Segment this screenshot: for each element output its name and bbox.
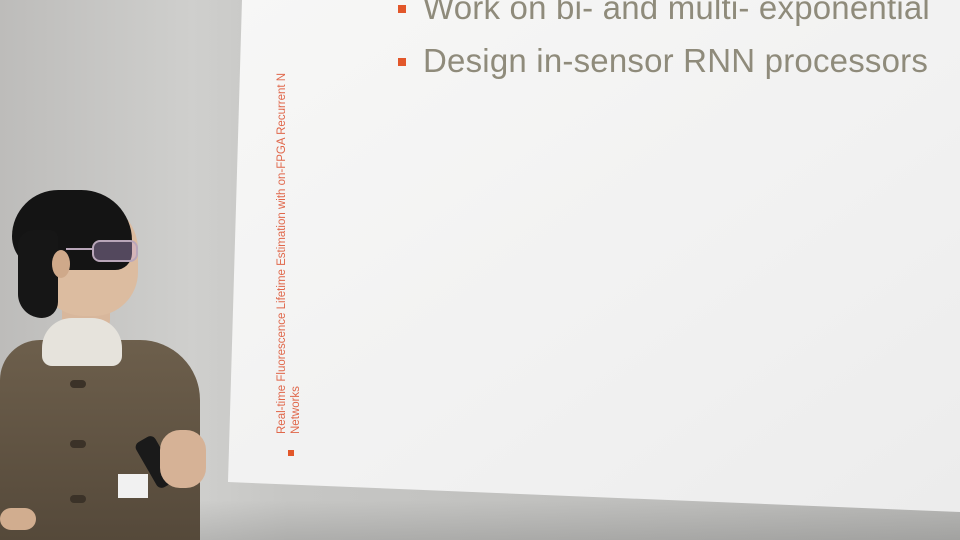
- bullet-marker: [398, 5, 406, 13]
- coat-toggle: [70, 380, 86, 388]
- bullet-marker: [398, 58, 406, 66]
- presenter: [0, 190, 230, 540]
- presenter-hand: [160, 430, 206, 488]
- coat-toggle: [70, 495, 86, 503]
- bullet-text: Work on bi- and multi- exponential: [423, 0, 930, 26]
- footer-bullet-marker: [288, 450, 294, 456]
- turtleneck-collar: [42, 318, 122, 366]
- footer-line: Networks: [290, 386, 302, 434]
- slide-footer-title: Real-time Fluorescence Lifetime Estimati…: [276, 0, 316, 434]
- bullet-text: Design in-sensor RNN processors: [423, 42, 929, 79]
- presenter-ear: [52, 250, 70, 278]
- footer-line: Real-time Fluorescence Lifetime Estimati…: [276, 72, 288, 434]
- presenter-hair: [18, 230, 58, 318]
- coat-toggle: [70, 440, 86, 448]
- presenter-hand: [0, 508, 36, 530]
- glasses-arm: [66, 248, 94, 250]
- glasses: [92, 240, 138, 262]
- name-badge: [118, 474, 148, 498]
